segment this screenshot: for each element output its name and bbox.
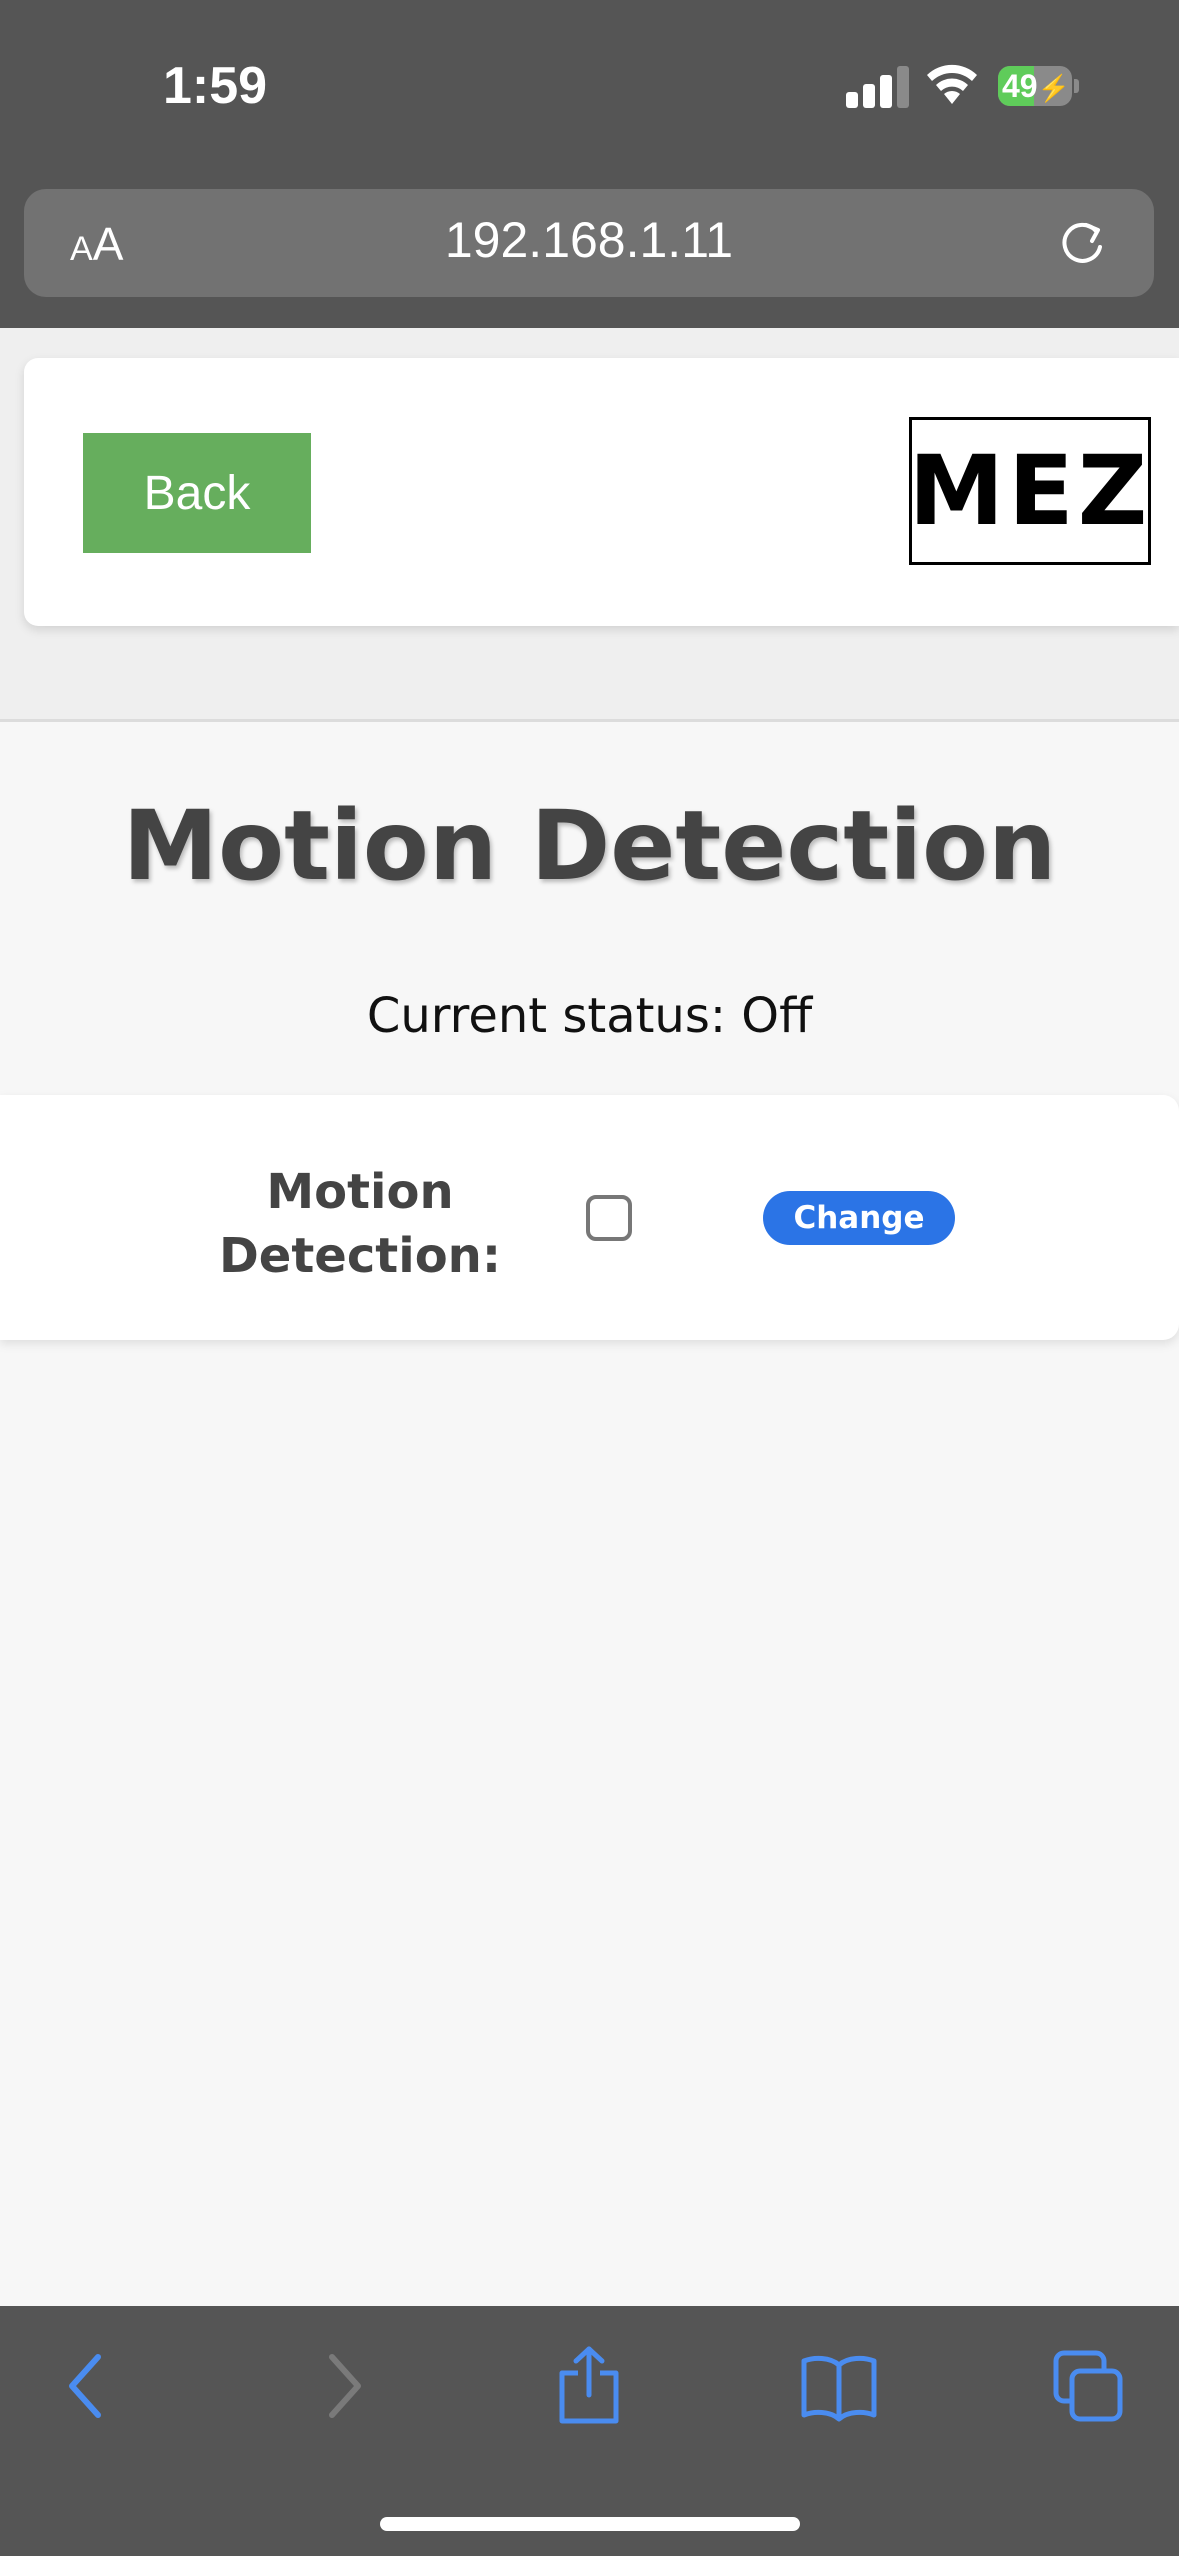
motion-detection-checkbox[interactable]: [586, 1195, 632, 1241]
status-label: Current status:: [366, 988, 727, 1044]
cellular-signal-icon: [846, 66, 910, 108]
status-and-url-bar: 1:59 49⚡ AA 192.168.1.11: [0, 0, 1179, 328]
forward-arrow-icon[interactable]: [318, 2345, 368, 2427]
change-button[interactable]: Change: [763, 1191, 955, 1245]
reload-icon[interactable]: [1056, 217, 1108, 269]
battery-icon: 49⚡: [998, 66, 1079, 106]
mez-logo: MEZ: [909, 417, 1151, 565]
share-icon[interactable]: [554, 2345, 624, 2427]
battery-level: 49: [1002, 68, 1038, 104]
current-status: Current status: Off: [0, 988, 1179, 1044]
bookmarks-icon[interactable]: [800, 2345, 878, 2427]
back-arrow-icon[interactable]: [62, 2345, 112, 2427]
status-time: 1:59: [163, 57, 268, 115]
motion-detection-label: Motion Detection:: [218, 1164, 502, 1284]
address-bar[interactable]: AA 192.168.1.11: [24, 189, 1154, 297]
tabs-icon[interactable]: [1052, 2345, 1126, 2427]
back-button[interactable]: Back: [83, 433, 311, 553]
wifi-icon: [927, 64, 977, 104]
url-text[interactable]: 192.168.1.11: [24, 211, 1154, 269]
home-indicator: [380, 2517, 800, 2531]
page-title: Motion Detection: [122, 790, 1057, 902]
status-value: Off: [741, 988, 813, 1044]
